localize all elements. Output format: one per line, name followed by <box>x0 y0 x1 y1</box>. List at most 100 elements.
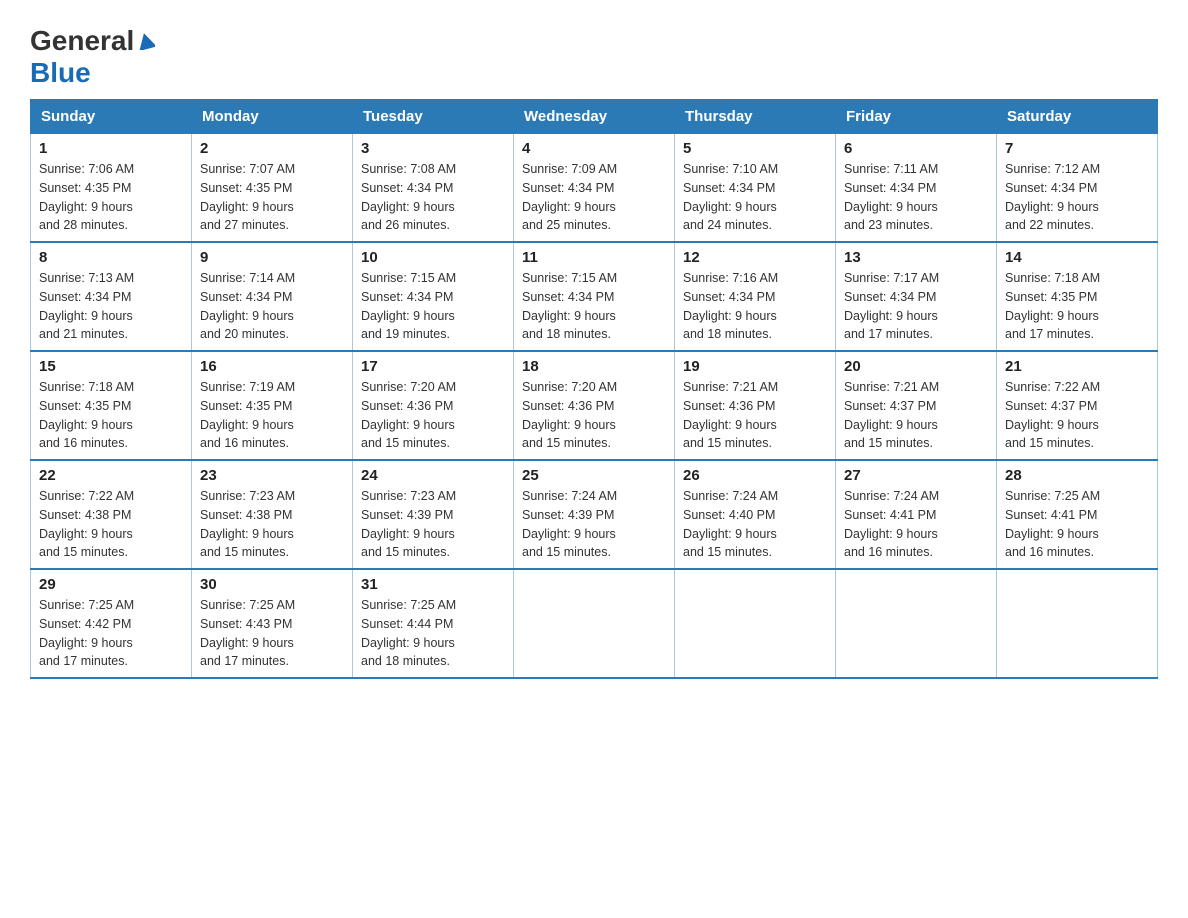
week-row-3: 15 Sunrise: 7:18 AMSunset: 4:35 PMDayligh… <box>31 351 1158 460</box>
calendar-cell: 18 Sunrise: 7:20 AMSunset: 4:36 PMDayligh… <box>514 351 675 460</box>
day-info: Sunrise: 7:10 AMSunset: 4:34 PMDaylight:… <box>683 160 827 235</box>
day-number: 26 <box>683 467 827 484</box>
calendar-cell <box>675 569 836 678</box>
calendar-cell: 28 Sunrise: 7:25 AMSunset: 4:41 PMDayligh… <box>997 460 1158 569</box>
logo: General Blue <box>30 20 155 89</box>
day-info: Sunrise: 7:24 AMSunset: 4:40 PMDaylight:… <box>683 487 827 562</box>
day-number: 14 <box>1005 249 1149 266</box>
day-info: Sunrise: 7:11 AMSunset: 4:34 PMDaylight:… <box>844 160 988 235</box>
day-number: 9 <box>200 249 344 266</box>
day-number: 18 <box>522 358 666 375</box>
day-number: 7 <box>1005 140 1149 157</box>
calendar-cell: 1 Sunrise: 7:06 AMSunset: 4:35 PMDaylight… <box>31 134 192 243</box>
day-number: 31 <box>361 576 505 593</box>
header-saturday: Saturday <box>997 100 1158 134</box>
day-number: 15 <box>39 358 183 375</box>
day-number: 6 <box>844 140 988 157</box>
calendar-cell: 2 Sunrise: 7:07 AMSunset: 4:35 PMDaylight… <box>192 134 353 243</box>
day-number: 16 <box>200 358 344 375</box>
calendar-cell: 19 Sunrise: 7:21 AMSunset: 4:36 PMDayligh… <box>675 351 836 460</box>
day-info: Sunrise: 7:18 AMSunset: 4:35 PMDaylight:… <box>1005 269 1149 344</box>
calendar-cell: 29 Sunrise: 7:25 AMSunset: 4:42 PMDayligh… <box>31 569 192 678</box>
day-info: Sunrise: 7:07 AMSunset: 4:35 PMDaylight:… <box>200 160 344 235</box>
calendar-cell: 7 Sunrise: 7:12 AMSunset: 4:34 PMDaylight… <box>997 134 1158 243</box>
calendar-cell: 14 Sunrise: 7:18 AMSunset: 4:35 PMDayligh… <box>997 242 1158 351</box>
calendar-cell: 27Sunrise: 7:24 AMSunset: 4:41 PMDayligh… <box>836 460 997 569</box>
day-number: 13 <box>844 249 988 266</box>
calendar-cell: 20Sunrise: 7:21 AMSunset: 4:37 PMDayligh… <box>836 351 997 460</box>
day-number: 28 <box>1005 467 1149 484</box>
header-wednesday: Wednesday <box>514 100 675 134</box>
day-info: Sunrise: 7:25 AMSunset: 4:42 PMDaylight:… <box>39 596 183 671</box>
day-info: Sunrise: 7:21 AMSunset: 4:36 PMDaylight:… <box>683 378 827 453</box>
calendar-cell <box>836 569 997 678</box>
day-info: Sunrise: 7:25 AMSunset: 4:44 PMDaylight:… <box>361 596 505 671</box>
day-number: 23 <box>200 467 344 484</box>
day-info: Sunrise: 7:16 AMSunset: 4:34 PMDaylight:… <box>683 269 827 344</box>
calendar-cell: 13 Sunrise: 7:17 AMSunset: 4:34 PMDayligh… <box>836 242 997 351</box>
day-info: Sunrise: 7:22 AMSunset: 4:38 PMDaylight:… <box>39 487 183 562</box>
day-info: Sunrise: 7:17 AMSunset: 4:34 PMDaylight:… <box>844 269 988 344</box>
calendar-cell: 17Sunrise: 7:20 AMSunset: 4:36 PMDayligh… <box>353 351 514 460</box>
week-row-2: 8 Sunrise: 7:13 AMSunset: 4:34 PMDaylight… <box>31 242 1158 351</box>
calendar-cell: 9Sunrise: 7:14 AMSunset: 4:34 PMDaylight… <box>192 242 353 351</box>
day-number: 21 <box>1005 358 1149 375</box>
day-number: 12 <box>683 249 827 266</box>
day-info: Sunrise: 7:15 AMSunset: 4:34 PMDaylight:… <box>361 269 505 344</box>
day-info: Sunrise: 7:06 AMSunset: 4:35 PMDaylight:… <box>39 160 183 235</box>
page-header: General Blue <box>30 20 1158 89</box>
week-row-1: 1 Sunrise: 7:06 AMSunset: 4:35 PMDaylight… <box>31 134 1158 243</box>
day-info: Sunrise: 7:15 AMSunset: 4:34 PMDaylight:… <box>522 269 666 344</box>
calendar-cell: 10Sunrise: 7:15 AMSunset: 4:34 PMDayligh… <box>353 242 514 351</box>
calendar-table: SundayMondayTuesdayWednesdayThursdayFrid… <box>30 99 1158 679</box>
calendar-cell <box>514 569 675 678</box>
header-friday: Friday <box>836 100 997 134</box>
day-number: 4 <box>522 140 666 157</box>
calendar-cell: 25 Sunrise: 7:24 AMSunset: 4:39 PMDayligh… <box>514 460 675 569</box>
day-info: Sunrise: 7:24 AMSunset: 4:39 PMDaylight:… <box>522 487 666 562</box>
header-sunday: Sunday <box>31 100 192 134</box>
day-number: 22 <box>39 467 183 484</box>
calendar-cell: 11 Sunrise: 7:15 AMSunset: 4:34 PMDayligh… <box>514 242 675 351</box>
day-number: 11 <box>522 249 666 266</box>
calendar-cell: 8 Sunrise: 7:13 AMSunset: 4:34 PMDaylight… <box>31 242 192 351</box>
day-info: Sunrise: 7:22 AMSunset: 4:37 PMDaylight:… <box>1005 378 1149 453</box>
calendar-cell: 3Sunrise: 7:08 AMSunset: 4:34 PMDaylight… <box>353 134 514 243</box>
calendar-cell: 6 Sunrise: 7:11 AMSunset: 4:34 PMDaylight… <box>836 134 997 243</box>
day-number: 20 <box>844 358 988 375</box>
day-number: 1 <box>39 140 183 157</box>
logo-triangle-icon <box>137 32 155 55</box>
day-info: Sunrise: 7:18 AMSunset: 4:35 PMDaylight:… <box>39 378 183 453</box>
day-info: Sunrise: 7:12 AMSunset: 4:34 PMDaylight:… <box>1005 160 1149 235</box>
calendar-cell: 4Sunrise: 7:09 AMSunset: 4:34 PMDaylight… <box>514 134 675 243</box>
day-number: 2 <box>200 140 344 157</box>
header-thursday: Thursday <box>675 100 836 134</box>
day-number: 5 <box>683 140 827 157</box>
header-monday: Monday <box>192 100 353 134</box>
day-number: 24 <box>361 467 505 484</box>
logo-general-text: General <box>30 25 134 57</box>
day-info: Sunrise: 7:20 AMSunset: 4:36 PMDaylight:… <box>522 378 666 453</box>
day-number: 8 <box>39 249 183 266</box>
day-info: Sunrise: 7:25 AMSunset: 4:41 PMDaylight:… <box>1005 487 1149 562</box>
calendar-cell: 16Sunrise: 7:19 AMSunset: 4:35 PMDayligh… <box>192 351 353 460</box>
calendar-cell: 15 Sunrise: 7:18 AMSunset: 4:35 PMDayligh… <box>31 351 192 460</box>
day-number: 19 <box>683 358 827 375</box>
calendar-cell: 23 Sunrise: 7:23 AMSunset: 4:38 PMDayligh… <box>192 460 353 569</box>
calendar-cell: 26 Sunrise: 7:24 AMSunset: 4:40 PMDayligh… <box>675 460 836 569</box>
calendar-cell: 31 Sunrise: 7:25 AMSunset: 4:44 PMDayligh… <box>353 569 514 678</box>
week-row-5: 29 Sunrise: 7:25 AMSunset: 4:42 PMDayligh… <box>31 569 1158 678</box>
calendar-cell: 21 Sunrise: 7:22 AMSunset: 4:37 PMDayligh… <box>997 351 1158 460</box>
day-number: 29 <box>39 576 183 593</box>
week-row-4: 22 Sunrise: 7:22 AMSunset: 4:38 PMDayligh… <box>31 460 1158 569</box>
day-number: 25 <box>522 467 666 484</box>
calendar-cell: 24 Sunrise: 7:23 AMSunset: 4:39 PMDayligh… <box>353 460 514 569</box>
calendar-cell: 30Sunrise: 7:25 AMSunset: 4:43 PMDayligh… <box>192 569 353 678</box>
logo-blue-text: Blue <box>30 57 91 88</box>
day-info: Sunrise: 7:25 AMSunset: 4:43 PMDaylight:… <box>200 596 344 671</box>
day-info: Sunrise: 7:23 AMSunset: 4:39 PMDaylight:… <box>361 487 505 562</box>
day-info: Sunrise: 7:23 AMSunset: 4:38 PMDaylight:… <box>200 487 344 562</box>
day-number: 3 <box>361 140 505 157</box>
day-info: Sunrise: 7:20 AMSunset: 4:36 PMDaylight:… <box>361 378 505 453</box>
day-info: Sunrise: 7:13 AMSunset: 4:34 PMDaylight:… <box>39 269 183 344</box>
